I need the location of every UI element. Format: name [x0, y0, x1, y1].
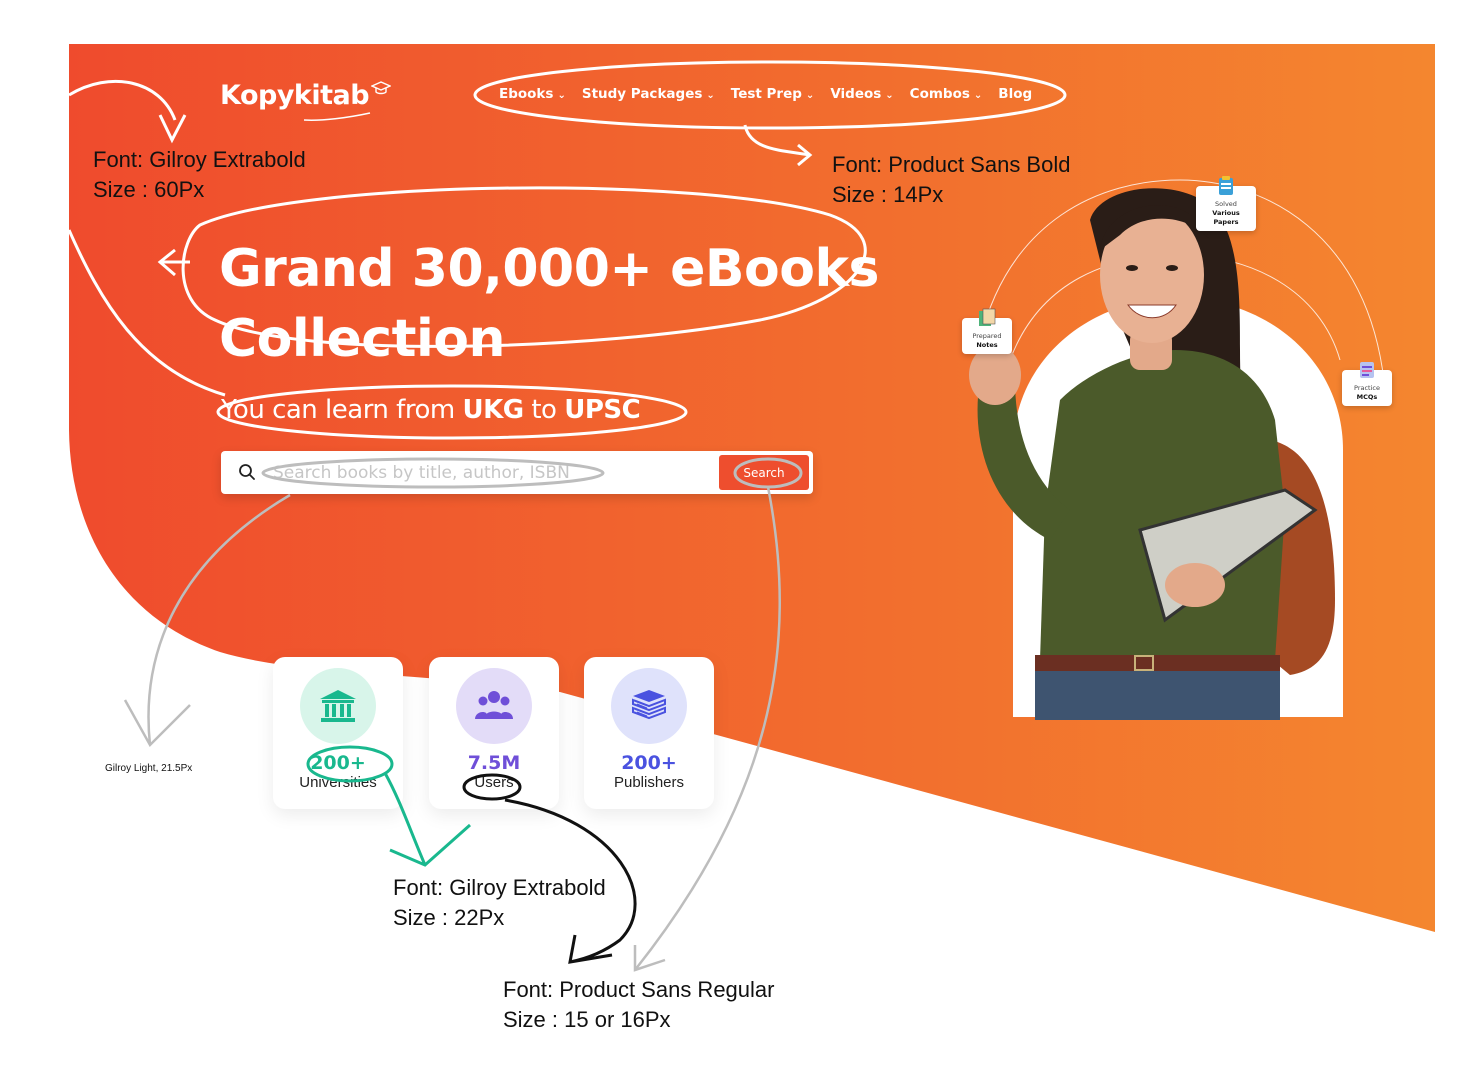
hero-title: Grand 30,000+ eBooks Collection: [219, 234, 919, 374]
annotation-search-font: Gilroy Light, 21.5Px: [105, 763, 193, 774]
annotation-text: Font: Gilroy Extrabold: [93, 147, 306, 172]
annotation-text: Size : 15 or 16Px: [503, 1007, 671, 1032]
nav-item-label: Blog: [998, 86, 1033, 102]
notes-icon: [979, 308, 996, 326]
books-icon: [611, 668, 687, 744]
nav-item-ebooks[interactable]: Ebooks ⌄: [499, 86, 566, 102]
stat-value: 200+: [310, 752, 366, 774]
search-bar: Search: [221, 451, 813, 494]
hero-subtitle-upsc: UPSC: [564, 395, 641, 425]
chevron-down-icon: ⌄: [706, 89, 715, 101]
nav-item-blog[interactable]: Blog: [998, 86, 1032, 102]
annotation-text: Size : 14Px: [832, 182, 944, 207]
tag-line2: Notes: [976, 341, 998, 349]
stat-label: Users: [474, 774, 514, 791]
nav-item-videos[interactable]: Videos ⌄: [830, 86, 893, 102]
stat-label: Publishers: [613, 774, 685, 791]
annotation-text: Size : 60Px: [93, 177, 205, 202]
hero-subtitle-mid: to: [523, 395, 565, 425]
chevron-down-icon: ⌄: [885, 89, 894, 101]
bank-icon: [300, 668, 376, 744]
stat-label: Universities: [299, 774, 377, 791]
hero-subtitle-ukg: UKG: [462, 395, 524, 425]
brand-logo[interactable]: Kopykitab: [220, 80, 392, 121]
clipboard-icon: [1219, 176, 1233, 195]
stat-value: 200+: [621, 752, 677, 774]
hero-subtitle: You can learn from UKG to UPSC: [221, 395, 641, 425]
annotation-text: Font: Product Sans Bold: [832, 152, 1071, 177]
search-icon: [238, 463, 256, 486]
tag-prepared-notes: Prepared Notes: [962, 308, 1012, 354]
tag-line2: Various Papers: [1212, 209, 1240, 226]
stat-card-publishers: 200+ Publishers: [584, 657, 714, 809]
chevron-down-icon: ⌄: [973, 89, 983, 101]
tag-practice-mcqs: Practice MCQs: [1342, 362, 1392, 406]
tag-line1: Solved: [1215, 200, 1237, 208]
annotation-text: Font: Gilroy Extrabold: [393, 875, 606, 900]
hero-title-line2: Collection: [219, 309, 506, 369]
logo-swoosh-icon: [303, 112, 371, 121]
chevron-down-icon: ⌄: [805, 89, 815, 101]
nav-item-label: Study Packages: [581, 86, 703, 102]
annotation-label-font: Font: Product Sans Regular Size : 15 or 1…: [503, 975, 774, 1035]
annotation-stat-font: Font: Gilroy Extrabold Size : 22Px: [393, 873, 606, 933]
student-photo: [969, 188, 1335, 720]
search-button[interactable]: Search: [719, 455, 809, 490]
nav-item-study-packages[interactable]: Study Packages ⌄: [582, 86, 715, 102]
tag-solved-papers: Solved Various Papers: [1196, 176, 1256, 231]
nav-item-label: Combos: [909, 86, 970, 102]
hero-subtitle-prefix: You can learn from: [221, 395, 463, 425]
nav-item-label: Videos: [830, 86, 882, 102]
annotation-nav-font: Font: Product Sans Bold Size : 14Px: [832, 150, 1070, 210]
hero-title-line1: Grand 30,000+ eBooks: [219, 239, 879, 299]
stat-card-universities: 200+ Universities: [273, 657, 403, 809]
tag-line2: MCQs: [1356, 393, 1378, 401]
stat-value: 7.5M: [467, 752, 521, 774]
search-input[interactable]: [273, 457, 693, 488]
chevron-down-icon: ⌄: [557, 89, 566, 101]
brand-name: Kopykitab: [220, 80, 370, 111]
annotation-logo-font: Font: Gilroy Extrabold Size : 60Px: [93, 145, 306, 205]
users-icon: [456, 668, 532, 744]
nav-item-test-prep[interactable]: Test Prep ⌄: [731, 86, 815, 102]
main-nav: Ebooks ⌄ Study Packages ⌄ Test Prep ⌄ Video…: [499, 86, 1048, 102]
annotation-text: Font: Product Sans Regular: [503, 977, 775, 1002]
annotation-text: Size : 22Px: [393, 905, 505, 930]
nav-item-label: Test Prep: [730, 86, 802, 102]
nav-item-combos[interactable]: Combos ⌄: [910, 86, 983, 102]
nav-item-label: Ebooks: [499, 86, 554, 102]
stat-card-users: 7.5M Users: [429, 657, 559, 809]
graduation-cap-icon: [370, 80, 392, 100]
tag-line1: Practice: [1354, 384, 1380, 392]
tag-line1: Prepared: [972, 332, 1002, 340]
checklist-icon: [1360, 362, 1374, 378]
